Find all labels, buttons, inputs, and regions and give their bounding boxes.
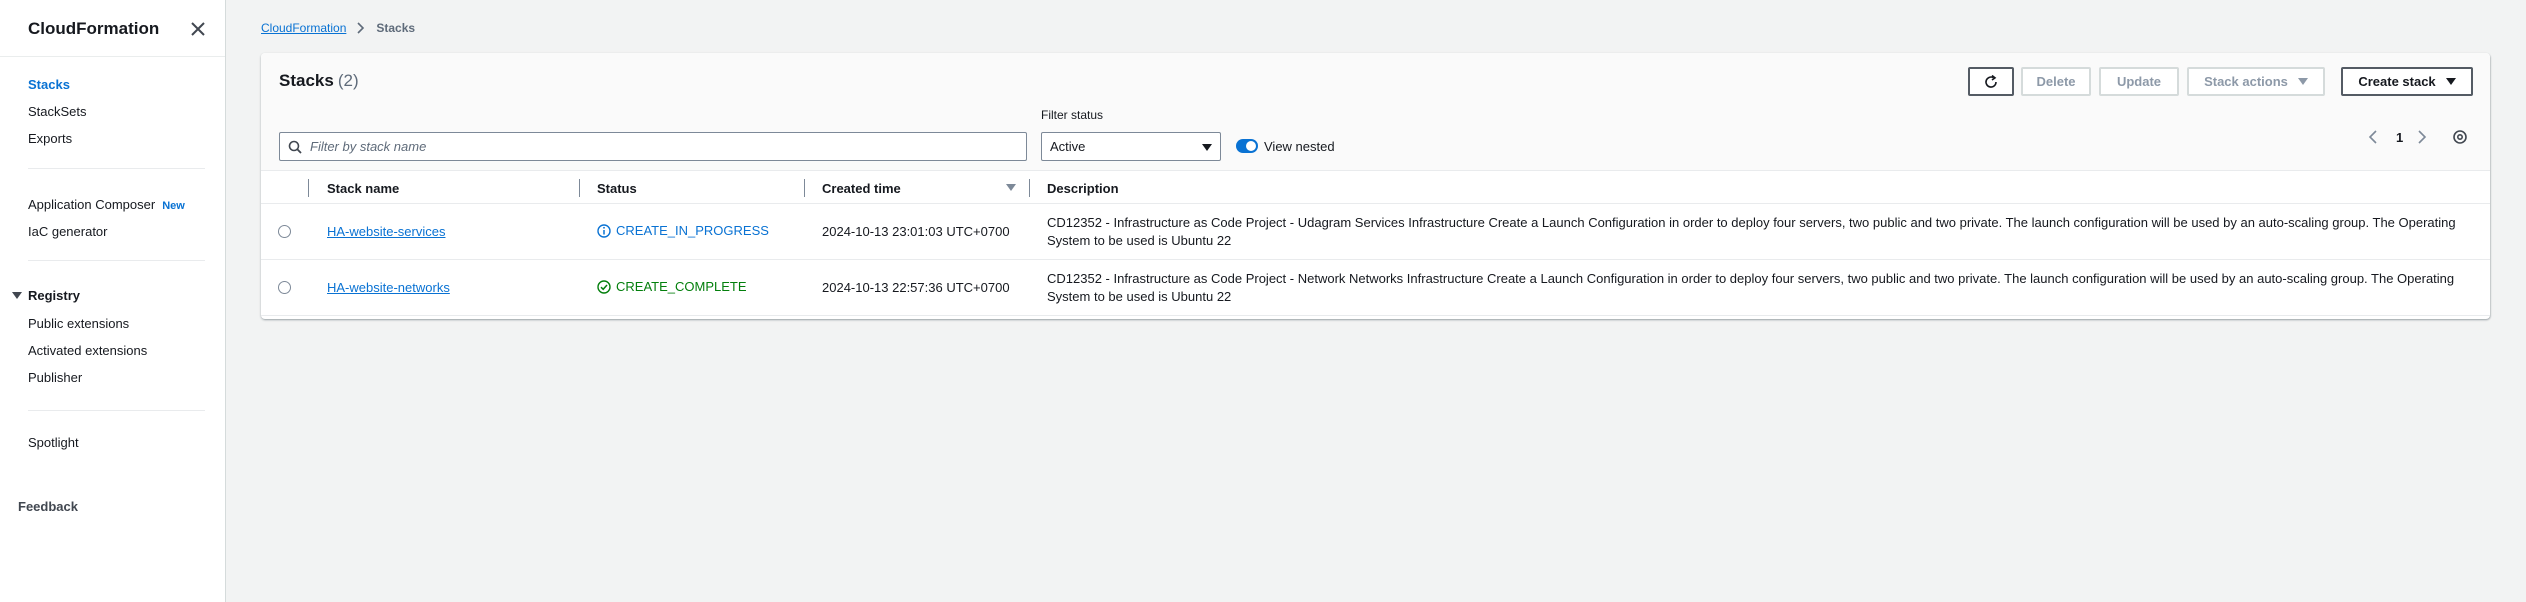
breadcrumb: CloudFormation Stacks — [261, 21, 415, 35]
close-icon[interactable] — [189, 20, 207, 38]
refresh-button[interactable] — [1968, 67, 2014, 96]
create-stack-button[interactable]: Create stack — [2341, 67, 2473, 96]
caret-down-icon — [1202, 144, 1212, 151]
chevron-right-icon[interactable] — [2415, 129, 2429, 145]
search-input[interactable] — [279, 132, 1027, 161]
filter-status-value: Active — [1050, 139, 1086, 154]
caret-down-icon — [12, 292, 22, 299]
side-navigation: CloudFormation Stacks StackSets Exports … — [0, 0, 226, 602]
column-header-created-time[interactable]: Created time — [822, 181, 901, 196]
sidebar-item-stacks[interactable]: Stacks — [28, 77, 70, 92]
filter-status-label: Filter status — [1041, 108, 1104, 122]
sidebar-item-application-composer[interactable]: Application Composer New — [28, 197, 185, 212]
sidebar-title[interactable]: CloudFormation — [28, 19, 159, 39]
caret-down-icon — [2445, 78, 2456, 85]
sidebar-divider — [28, 260, 205, 261]
panel-title-text: Stacks — [279, 71, 334, 90]
sidebar-item-label: Application Composer — [28, 197, 156, 212]
sidebar-item-activated-extensions[interactable]: Activated extensions — [28, 343, 147, 358]
chevron-right-icon — [357, 22, 365, 34]
sidebar-item-spotlight[interactable]: Spotlight — [28, 435, 79, 450]
description: CD12352 - Infrastructure as Code Project… — [1047, 271, 2455, 304]
sidebar-item-public-extensions[interactable]: Public extensions — [28, 316, 129, 331]
sidebar-item-exports[interactable]: Exports — [28, 131, 72, 146]
column-divider[interactable] — [804, 179, 805, 197]
sidebar-divider — [28, 410, 205, 411]
column-header-stack-name[interactable]: Stack name — [327, 181, 399, 196]
sidebar-item-iac-generator[interactable]: IaC generator — [28, 224, 108, 239]
status-text: CREATE_COMPLETE — [616, 279, 747, 294]
created-time: 2024-10-13 23:01:03 UTC+0700 — [822, 224, 1010, 239]
filter-status-select[interactable]: Active — [1041, 132, 1221, 161]
gear-icon[interactable] — [2452, 129, 2468, 145]
page-title: Stacks (2) — [279, 71, 359, 91]
delete-button[interactable]: Delete — [2021, 67, 2091, 96]
column-divider[interactable] — [579, 179, 580, 197]
sidebar-divider — [28, 168, 205, 169]
info-icon — [597, 223, 611, 238]
row-radio[interactable] — [278, 225, 291, 238]
search-icon — [288, 140, 302, 154]
refresh-icon — [1985, 74, 1997, 88]
sidebar-section-registry[interactable]: Registry — [12, 288, 80, 303]
row-radio[interactable] — [278, 281, 291, 294]
feedback-link[interactable]: Feedback — [18, 499, 78, 514]
section-label: Registry — [28, 288, 81, 303]
sidebar-item-stacksets[interactable]: StackSets — [28, 104, 87, 119]
breadcrumb-cloudformation[interactable]: CloudFormation — [261, 21, 346, 35]
sort-descending-icon[interactable] — [1006, 184, 1016, 191]
check-circle-icon — [597, 279, 611, 294]
stack-name-link[interactable]: HA-website-services — [327, 224, 445, 239]
table-row[interactable]: HA-website-networks CREATE_COMPLETE 2024… — [261, 260, 2490, 316]
view-nested-label: View nested — [1264, 139, 1335, 154]
created-time: 2024-10-13 22:57:36 UTC+0700 — [822, 280, 1010, 295]
sidebar-header: CloudFormation — [0, 0, 225, 57]
new-badge: New — [162, 200, 185, 212]
description: CD12352 - Infrastructure as Code Project… — [1047, 215, 2456, 248]
column-header-description[interactable]: Description — [1047, 181, 1119, 196]
stack-count: (2) — [337, 71, 359, 90]
column-header-status[interactable]: Status — [597, 181, 637, 196]
caret-down-icon — [2297, 78, 2308, 85]
breadcrumb-current: Stacks — [376, 21, 416, 35]
column-divider — [308, 179, 309, 197]
stacks-panel: Stacks (2) Delete Update Stack actions Cr… — [261, 53, 2490, 319]
stack-actions-label: Stack actions — [2204, 74, 2288, 89]
sidebar-item-publisher[interactable]: Publisher — [28, 370, 82, 385]
search-field[interactable] — [310, 139, 1010, 154]
status-cell: CREATE_COMPLETE — [597, 279, 747, 294]
table-row[interactable]: HA-website-services CREATE_IN_PROGRESS 2… — [261, 204, 2490, 260]
stack-actions-button[interactable]: Stack actions — [2187, 67, 2325, 96]
table-header: Stack name Status Created time Descripti… — [261, 170, 2490, 204]
status-cell: CREATE_IN_PROGRESS — [597, 223, 769, 238]
update-button[interactable]: Update — [2099, 67, 2179, 96]
chevron-left-icon[interactable] — [2366, 129, 2380, 145]
page-number[interactable]: 1 — [2396, 130, 2403, 145]
status-text: CREATE_IN_PROGRESS — [616, 223, 769, 238]
stack-name-link[interactable]: HA-website-networks — [327, 280, 450, 295]
view-nested-toggle[interactable] — [1236, 139, 1258, 153]
create-stack-label: Create stack — [2358, 74, 2436, 89]
panel-header: Stacks (2) Delete Update Stack actions Cr… — [261, 53, 2490, 170]
column-divider[interactable] — [1029, 179, 1030, 197]
